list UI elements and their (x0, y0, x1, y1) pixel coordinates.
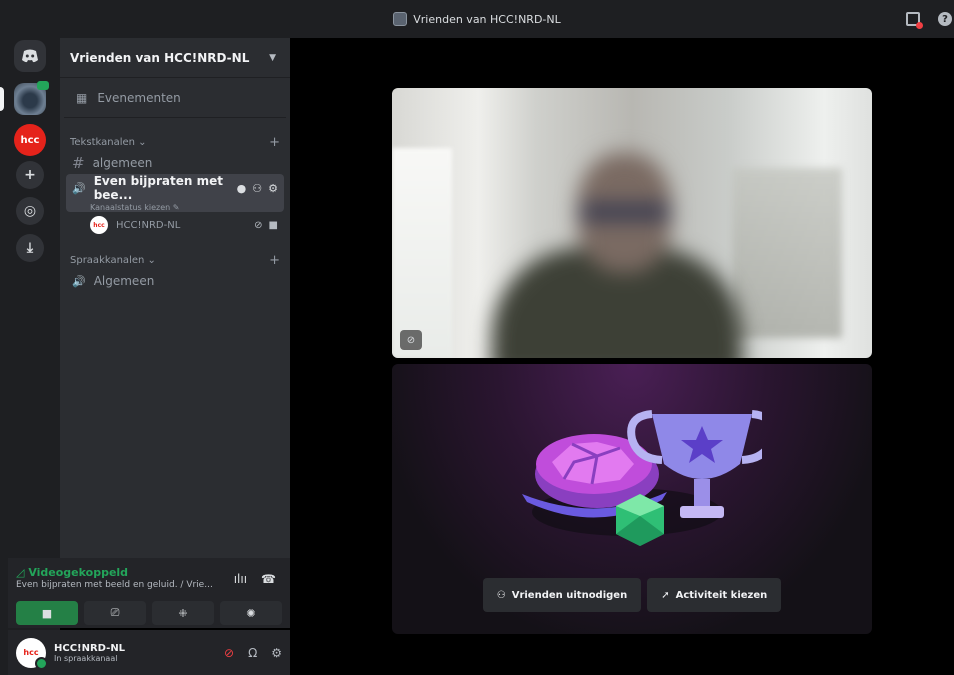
hash-icon: # (72, 154, 85, 172)
guild-hcc-icon[interactable]: hcc (14, 124, 46, 156)
channel-sidebar: Vrienden van HCC!NRD-NL ▼ ▦ Evenementen … (60, 38, 290, 558)
screen-share-icon: ⎚ (110, 606, 120, 619)
member-avatar: hcc (90, 216, 108, 234)
voice-channel-active[interactable]: 🔊 Even bijpraten met bee... ● ⚇ ⚙ Kanaal… (66, 174, 284, 212)
add-server-icon[interactable]: + (16, 161, 44, 189)
headphones-icon[interactable]: Ω (248, 646, 257, 660)
discover-icon[interactable]: ◎ (16, 197, 44, 225)
choose-activity-button[interactable]: ➚ Activiteit kiezen (647, 578, 782, 612)
gear-icon[interactable]: ⚙ (271, 646, 282, 660)
user-info[interactable]: HCC!NRD-NL In spraakkanaal (54, 643, 125, 663)
voice-category-label: Spraakkanalen (70, 254, 145, 266)
noise-suppression-icon[interactable]: ılıı (234, 572, 247, 586)
events-item[interactable]: ▦ Evenementen (64, 78, 286, 118)
text-channels-category[interactable]: Tekstkanalen ⌄ + (60, 132, 290, 152)
person-add-icon: ⚇ (496, 589, 506, 601)
blurred-participant (482, 143, 752, 358)
help-icon[interactable]: ? (938, 12, 952, 26)
user-name: HCC!NRD-NL (54, 642, 126, 654)
camera-button[interactable]: ■ (16, 601, 78, 625)
guild-vrienden-icon[interactable] (14, 81, 49, 115)
activity-tile: ⚇ Vrienden uitnodigen ➚ Activiteit kieze… (392, 364, 872, 634)
activities-icon: ⁜ (178, 606, 188, 620)
text-category-label: Tekstkanalen (70, 136, 135, 148)
background-window (392, 148, 452, 358)
invite-friends-button[interactable]: ⚇ Vrienden uitnodigen (482, 578, 642, 612)
download-icon[interactable]: ⤓ (16, 234, 44, 262)
chevron-down-icon: ▼ (269, 52, 276, 63)
rocket-icon: ➚ (661, 589, 670, 601)
soundboard-button[interactable]: ✺ (220, 601, 282, 625)
pencil-icon[interactable]: ✎ (173, 203, 180, 212)
speaker-icon: 🔊 (72, 181, 86, 195)
window-title: Vrienden van HCC!NRD-NL (413, 12, 561, 26)
member-name: HCC!NRD-NL (116, 219, 181, 231)
channel-name: algemeen (92, 156, 153, 170)
activities-button[interactable]: ⁜ (152, 601, 214, 625)
call-stage: ⊘ ⚇ Vrienden uitnodigen ➚ Activiteit kie… (296, 38, 954, 675)
chat-icon[interactable]: ● (237, 182, 247, 195)
title-bar-center: Vrienden van HCC!NRD-NL (0, 0, 954, 38)
voice-status[interactable]: Videogekoppeld (28, 566, 128, 579)
chevron-down-icon: ⌄ (147, 254, 156, 266)
invite-friends-label: Vrienden uitnodigen (511, 589, 628, 601)
selected-guild-pill (0, 87, 4, 111)
voice-channel-name: Algemeen (93, 274, 155, 288)
user-avatar[interactable]: hcc (16, 637, 48, 670)
voice-channels-category[interactable]: Spraakkanalen ⌄ + (60, 250, 290, 270)
voice-channel-algemeen[interactable]: 🔊 Algemeen (66, 270, 284, 292)
invite-icon[interactable]: ⚇ (252, 182, 262, 195)
screen-share-button[interactable]: ⎚ (84, 601, 146, 625)
signal-icon: ◿ (16, 566, 25, 579)
soundboard-icon: ✺ (246, 606, 256, 620)
user-panel: hcc HCC!NRD-NL In spraakkanaal ⊘ Ω ⚙ (8, 630, 290, 675)
user-status: In spraakkanaal (54, 653, 118, 663)
gear-icon[interactable]: ⚙ (268, 182, 278, 195)
guild-name: Vrienden van HCC!NRD-NL (70, 50, 250, 65)
guild-header[interactable]: Vrienden van HCC!NRD-NL ▼ (60, 38, 290, 78)
voice-member[interactable]: hcc HCC!NRD-NL ⊘ ■ (60, 212, 290, 238)
title-bar: Vrienden van HCC!NRD-NL ? (0, 0, 954, 38)
voice-connected-panel: ◿ Videogekoppeld Even bijpraten met beel… (8, 558, 290, 628)
add-voice-channel-icon[interactable]: + (269, 253, 280, 268)
video-tile[interactable]: ⊘ (392, 88, 872, 358)
mic-muted-icon: ⊘ (254, 219, 263, 231)
active-channel-name: Even bijpraten met bee... (93, 174, 223, 202)
video-camera-icon: ■ (41, 606, 53, 620)
events-label: Evenementen (97, 90, 181, 105)
add-channel-icon[interactable]: + (269, 135, 280, 150)
guild-mini-icon (393, 12, 408, 26)
discord-home-icon[interactable] (14, 40, 46, 72)
choose-activity-label: Activiteit kiezen (675, 589, 768, 601)
speaker-icon: 🔊 (72, 274, 86, 288)
video-camera-icon: ■ (268, 219, 278, 231)
trophy-illustration (522, 410, 762, 546)
mic-muted-icon[interactable]: ⊘ (224, 646, 234, 660)
mic-muted-icon: ⊘ (400, 330, 422, 350)
inbox-icon[interactable] (906, 12, 923, 29)
channel-status-label[interactable]: Kanaalstatus kiezen (90, 203, 170, 212)
text-channel-algemeen[interactable]: # algemeen (66, 152, 284, 174)
chevron-down-icon: ⌄ (138, 136, 147, 148)
disconnect-icon[interactable]: ☎ (261, 572, 276, 586)
calendar-icon: ▦ (76, 90, 88, 105)
